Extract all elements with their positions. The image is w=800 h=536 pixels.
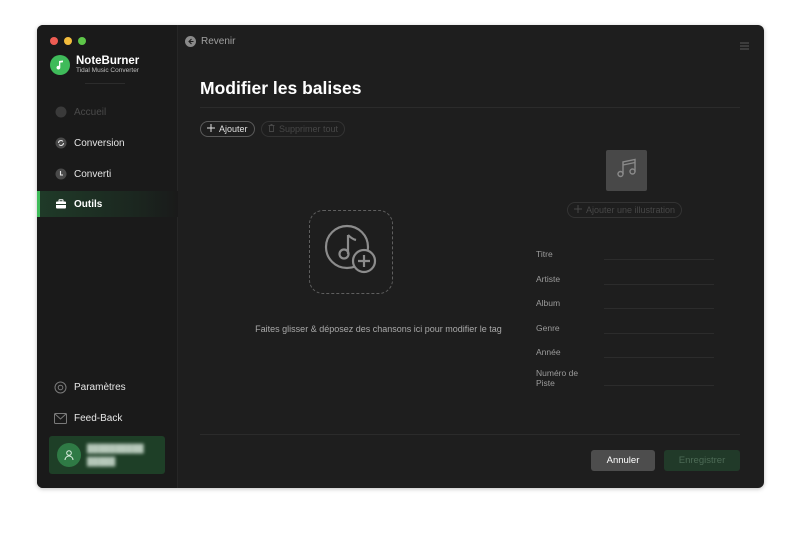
cancel-button[interactable]: Annuler: [591, 450, 655, 471]
sidebar-item-label: Accueil: [74, 106, 107, 118]
title-divider: [200, 107, 740, 108]
mail-icon: [54, 412, 67, 425]
user-account-card[interactable]: ██████████ █████: [49, 436, 165, 474]
year-input[interactable]: [604, 357, 714, 358]
sidebar-item-label: Paramètres: [74, 381, 126, 393]
user-name: ██████████: [87, 444, 144, 453]
add-illustration-button[interactable]: Ajouter une illustration: [567, 202, 683, 218]
sidebar-item-label: Converti: [74, 168, 112, 180]
footer-divider: [200, 434, 740, 435]
plus-icon: [574, 205, 582, 215]
user-status: █████: [87, 457, 116, 466]
genre-input[interactable]: [604, 333, 714, 334]
back-label: Revenir: [201, 36, 236, 47]
music-note-icon: [615, 156, 639, 185]
minimize-window-button[interactable]: [64, 37, 72, 45]
sidebar-item-label: Conversion: [74, 137, 125, 149]
sidebar-item-feedback[interactable]: Feed-Back: [37, 405, 178, 431]
save-button[interactable]: Enregistrer: [664, 450, 740, 471]
add-illustration-label: Ajouter une illustration: [586, 205, 676, 215]
sidebar-item-outils[interactable]: Outils: [37, 191, 178, 217]
app-name: NoteBurner: [76, 55, 140, 67]
back-button[interactable]: Revenir: [185, 36, 235, 47]
menu-icon[interactable]: [740, 37, 749, 55]
field-label: Numéro de Piste: [536, 368, 579, 388]
clock-icon: [54, 168, 67, 181]
user-info-blurred: ██████████ █████: [87, 444, 144, 466]
add-button[interactable]: Ajouter: [200, 121, 255, 137]
trash-icon: [268, 124, 275, 134]
page-title: Modifier les balises: [200, 78, 362, 98]
field-label: Artiste: [536, 274, 561, 284]
brand-divider: [85, 83, 125, 84]
album-input[interactable]: [604, 308, 714, 309]
field-label: Titre: [536, 249, 553, 259]
convert-icon: [54, 137, 67, 150]
plus-icon: [207, 124, 215, 134]
avatar: [57, 443, 81, 467]
sidebar-item-label: Outils: [74, 198, 103, 210]
drop-zone-hint: Faites glisser & déposez des chansons ic…: [255, 324, 502, 334]
track-number-input[interactable]: [604, 385, 714, 386]
artist-input[interactable]: [604, 284, 714, 285]
album-art-placeholder: [606, 150, 647, 191]
sidebar-item-conversion[interactable]: Conversion: [37, 130, 178, 156]
drop-zone[interactable]: [309, 210, 393, 294]
delete-all-button[interactable]: Supprimer tout: [261, 121, 346, 137]
sidebar: NoteBurner Tidal Music Converter Accueil…: [37, 25, 178, 488]
sidebar-item-parametres[interactable]: Paramètres: [37, 374, 178, 400]
add-label: Ajouter: [219, 124, 248, 134]
field-label: Genre: [536, 323, 560, 333]
title-input[interactable]: [604, 259, 714, 260]
app-window: NoteBurner Tidal Music Converter Accueil…: [37, 25, 764, 488]
music-add-icon: [323, 223, 379, 282]
brand: NoteBurner Tidal Music Converter: [50, 55, 139, 75]
app-subtitle: Tidal Music Converter: [76, 67, 139, 74]
main-panel: Revenir Modifier les balises Ajouter Sup…: [178, 25, 764, 488]
sidebar-item-label: Feed-Back: [74, 412, 123, 424]
zoom-window-button[interactable]: [78, 37, 86, 45]
field-label: Année: [536, 347, 561, 357]
gear-icon: [54, 381, 67, 394]
close-window-button[interactable]: [50, 37, 58, 45]
sidebar-item-accueil[interactable]: Accueil: [37, 99, 178, 125]
back-arrow-icon: [185, 36, 196, 47]
home-icon: [54, 106, 67, 119]
field-label: Album: [536, 298, 561, 308]
app-logo-icon: [50, 55, 70, 75]
toolbox-icon: [54, 198, 67, 211]
sidebar-item-converti[interactable]: Converti: [37, 161, 178, 187]
window-controls: [50, 37, 86, 45]
delete-all-label: Supprimer tout: [279, 124, 339, 134]
